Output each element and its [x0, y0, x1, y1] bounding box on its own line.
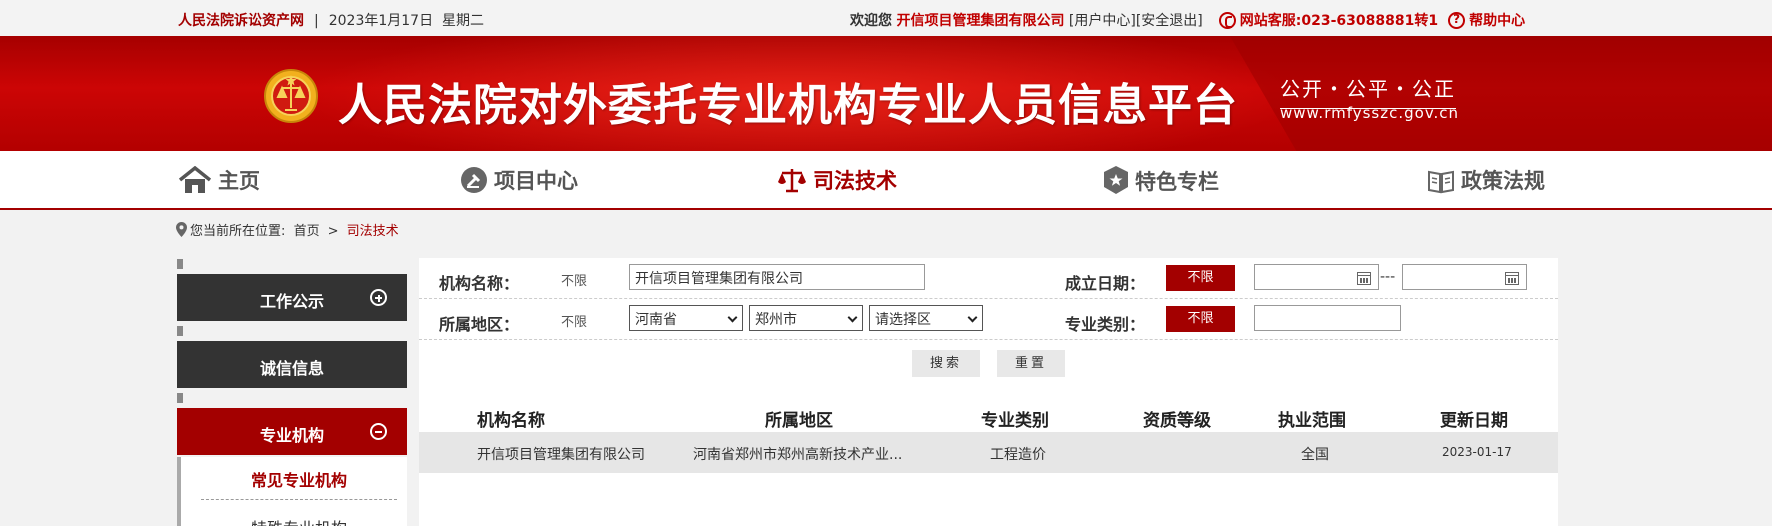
nav-item-projects[interactable]: 项目中心	[460, 165, 578, 195]
column-header-name: 机构名称	[477, 411, 545, 431]
breadcrumb-separator: >	[327, 224, 339, 239]
city-select[interactable]: 郑州市	[749, 305, 863, 331]
column-header-scope: 执业范围	[1278, 411, 1346, 431]
breadcrumb-home[interactable]: 首页	[294, 224, 320, 239]
nav-label-projects: 项目中心	[494, 169, 578, 193]
region-label: 所属地区：	[439, 315, 520, 334]
filter-row-region-category: 所属地区： 不限 河南省 郑州市 请选择区 专业类别： 不限	[419, 299, 1558, 340]
column-header-category: 专业类别	[981, 411, 1049, 431]
top-bar-left: 人民法院诉讼资产网 | 2023年1月17日 星期二	[178, 10, 484, 30]
region-nolimit[interactable]: 不限	[561, 311, 587, 330]
calendar-icon[interactable]	[1357, 272, 1371, 285]
sidebar-item-professional-orgs[interactable]: 专业机构	[177, 408, 407, 455]
scales-icon	[778, 169, 806, 193]
cell-region: 河南省郑州市郑州高新技术产业...	[693, 447, 903, 463]
column-header-qualification: 资质等级	[1143, 411, 1211, 431]
user-center-link[interactable]: [用户中心]	[1069, 13, 1136, 29]
sidebar-tick	[177, 259, 183, 269]
results-table-header: 机构名称 所属地区 专业类别 资质等级 执业范围 更新日期	[419, 400, 1558, 432]
district-select[interactable]: 请选择区	[869, 305, 983, 331]
sidebar-item-credit-info[interactable]: 诚信信息	[177, 341, 407, 388]
city-value: 郑州市	[755, 312, 797, 328]
nav-label-judicial-tech: 司法技术	[813, 169, 897, 193]
submenu-item-common-orgs[interactable]: 常见专业机构	[201, 467, 397, 500]
banner-title: 人民法院对外委托专业机构专业人员信息平台	[338, 80, 1238, 131]
breadcrumb-current: 司法技术	[346, 224, 399, 239]
hotline-text: 网站客服:023-63088881转1	[1239, 13, 1439, 29]
nav-label-features: 特色专栏	[1135, 170, 1219, 194]
home-icon	[178, 165, 212, 193]
phone-icon	[1218, 12, 1236, 29]
logged-in-company[interactable]: 开信项目管理集团有限公司	[896, 13, 1064, 29]
org-name-nolimit[interactable]: 不限	[561, 270, 587, 289]
province-select[interactable]: 河南省	[629, 305, 743, 331]
province-value: 河南省	[635, 312, 677, 328]
found-date-label: 成立日期：	[1065, 274, 1146, 293]
help-center-link[interactable]: 帮助中心	[1469, 13, 1525, 29]
search-panel: 机构名称： 不限 开信项目管理集团有限公司 成立日期： 不限 --- 所属地区：…	[419, 258, 1558, 526]
district-value: 请选择区	[875, 312, 931, 328]
nav-label-policy: 政策法规	[1461, 169, 1545, 193]
sidebar-tick	[177, 393, 183, 403]
table-row[interactable]: 开信项目管理集团有限公司 河南省郑州市郑州高新技术产业... 工程造价 全国 2…	[419, 432, 1558, 473]
top-bar-right: 欢迎您 开信项目管理集团有限公司 [用户中心][安全退出] 网站客服:023-63…	[850, 10, 1525, 30]
banner-url: www.rmfysszc.gov.cn	[1280, 104, 1460, 122]
cell-name[interactable]: 开信项目管理集团有限公司	[477, 444, 645, 464]
separator: |	[314, 13, 319, 29]
top-bar: 人民法院诉讼资产网 | 2023年1月17日 星期二 欢迎您 开信项目管理集团有限公…	[0, 0, 1772, 36]
expand-plus-icon[interactable]	[370, 289, 387, 306]
chevron-down-icon	[847, 312, 858, 323]
column-header-updated: 更新日期	[1440, 411, 1508, 431]
current-weekday: 星期二	[441, 13, 484, 29]
cell-scope: 全国	[1301, 447, 1329, 463]
date-range-dash: ---	[1380, 269, 1396, 285]
category-label: 专业类别：	[1065, 315, 1146, 334]
category-nolimit-button[interactable]: 不限	[1166, 306, 1235, 332]
found-date-to-input[interactable]	[1402, 264, 1527, 290]
category-input[interactable]	[1254, 305, 1401, 331]
site-banner: 人民法院对外委托专业机构专业人员信息平台 公开・公平・公正 www.rmfyss…	[0, 36, 1772, 151]
chevron-down-icon	[727, 312, 738, 323]
submenu-item-special-orgs[interactable]: 特殊专业机构	[201, 515, 397, 526]
org-name-label: 机构名称：	[439, 274, 520, 293]
sidebar-submenu: 常见专业机构 特殊专业机构	[177, 457, 407, 526]
nav-item-home[interactable]: 主页	[178, 165, 260, 195]
sidebar-item-work-announcements[interactable]: 工作公示	[177, 274, 407, 321]
nav-label-home: 主页	[218, 169, 260, 193]
logout-link[interactable]: [安全退出]	[1136, 13, 1203, 29]
breadcrumb-prefix: 您当前所在位置:	[190, 224, 286, 239]
sidebar-tick	[177, 326, 183, 336]
current-date: 2023年1月17日	[328, 13, 434, 29]
cell-category: 工程造价	[990, 447, 1046, 463]
main-nav: 主页 项目中心 司法技术 特色专栏 政策法规	[0, 151, 1772, 210]
nav-item-judicial-tech[interactable]: 司法技术	[777, 165, 897, 195]
sidebar: 工作公示 诚信信息 专业机构 常见专业机构 特殊专业机构	[177, 258, 407, 526]
court-emblem-icon	[264, 69, 318, 123]
collapse-minus-icon[interactable]	[370, 423, 387, 440]
sidebar-item-label: 诚信信息	[259, 359, 324, 378]
site-name-link[interactable]: 人民法院诉讼资产网	[178, 13, 304, 29]
column-header-region: 所属地区	[765, 411, 833, 431]
org-name-input[interactable]: 开信项目管理集团有限公司	[629, 264, 925, 290]
nav-item-policy[interactable]: 政策法规	[1427, 165, 1545, 195]
book-icon	[1428, 170, 1454, 194]
chevron-down-icon	[967, 312, 978, 323]
search-button[interactable]: 搜索	[912, 350, 980, 377]
gavel-icon	[461, 167, 487, 193]
help-icon	[1448, 12, 1466, 29]
found-date-from-input[interactable]	[1254, 264, 1379, 290]
reset-button[interactable]: 重置	[997, 350, 1065, 377]
cell-updated: 2023-01-17	[1442, 445, 1512, 459]
nav-item-features[interactable]: 特色专栏	[1103, 165, 1219, 196]
calendar-icon[interactable]	[1505, 272, 1519, 285]
filter-row-name-date: 机构名称： 不限 开信项目管理集团有限公司 成立日期： 不限 ---	[419, 258, 1558, 299]
location-pin-icon	[176, 222, 187, 237]
found-date-nolimit-button[interactable]: 不限	[1166, 265, 1235, 291]
breadcrumb: 您当前所在位置: 首页 > 司法技术	[176, 220, 399, 239]
star-shield-icon	[1104, 166, 1128, 194]
welcome-text: 欢迎您	[850, 13, 892, 29]
